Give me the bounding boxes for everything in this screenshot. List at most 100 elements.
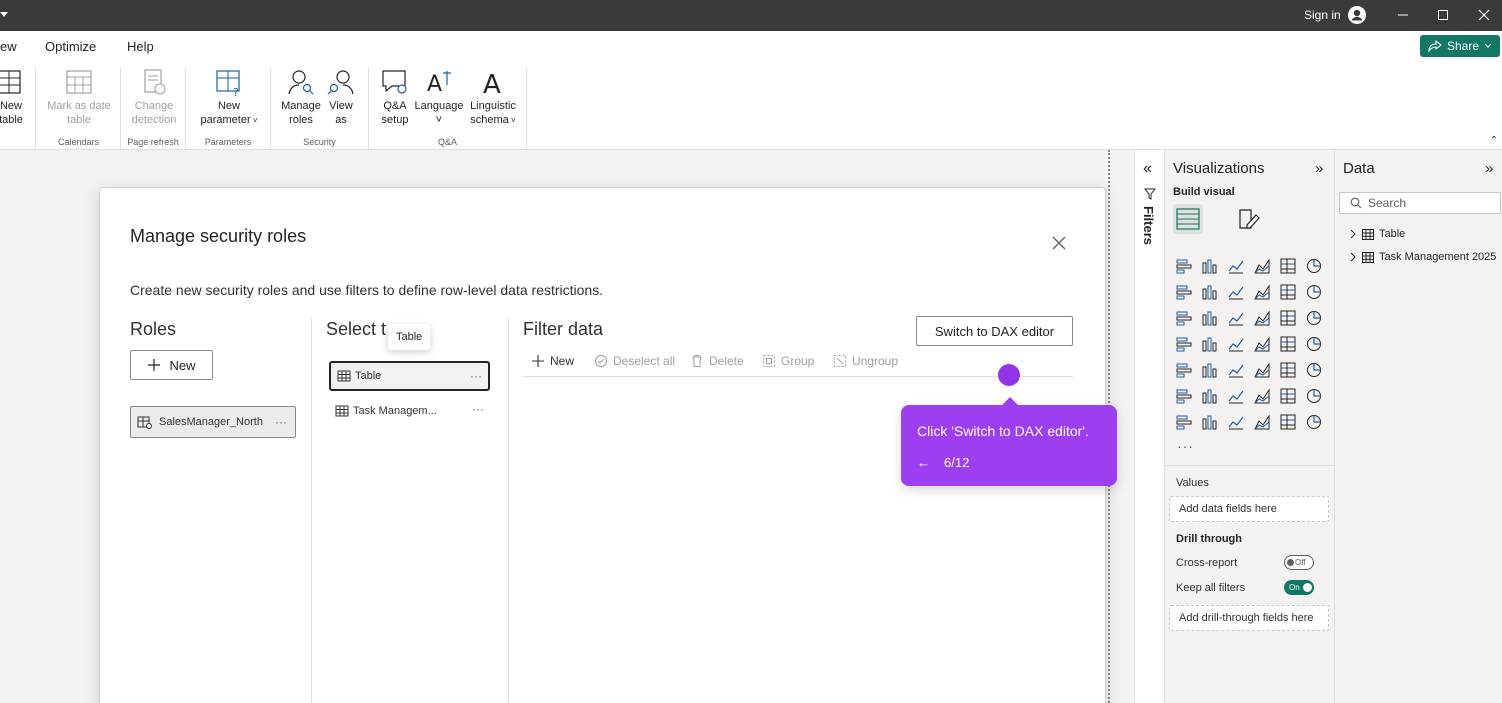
gauge-icon[interactable] bbox=[1275, 331, 1301, 357]
100-bar-chart-icon[interactable] bbox=[1275, 253, 1301, 279]
values-well[interactable]: Add data fields here bbox=[1169, 496, 1329, 522]
build-visual-icon bbox=[1176, 208, 1200, 230]
change-detection-button[interactable]: Change detection bbox=[123, 67, 185, 127]
power-automate-icon[interactable] bbox=[1223, 409, 1249, 435]
tab-optimize[interactable]: Optimize bbox=[45, 39, 96, 54]
decomposition-tree-icon[interactable] bbox=[1223, 383, 1249, 409]
matrix-icon[interactable] bbox=[1275, 357, 1301, 383]
drill-through-well[interactable]: Add drill-through fields here bbox=[1169, 605, 1329, 631]
100-column-chart-icon[interactable] bbox=[1301, 253, 1327, 279]
group-qa: Q&A setup A Language ˅ A Linguistic sche… bbox=[369, 67, 527, 149]
chevron-down-icon: ˅ bbox=[250, 116, 258, 125]
manage-roles-button[interactable]: Manage roles bbox=[277, 67, 325, 127]
back-arrow-icon[interactable]: ← bbox=[917, 455, 930, 470]
paginated-report-icon[interactable] bbox=[1171, 409, 1197, 435]
azure-map-icon[interactable] bbox=[1249, 331, 1275, 357]
change-detection-icon bbox=[144, 69, 166, 95]
fabric-icon[interactable] bbox=[1275, 409, 1301, 435]
area-chart-icon[interactable] bbox=[1197, 279, 1223, 305]
collapse-visualizations-chevron-icon[interactable]: » bbox=[1315, 160, 1323, 177]
chevron-visual-icon[interactable] bbox=[1301, 409, 1327, 435]
guide-hotspot[interactable] bbox=[998, 364, 1020, 386]
close-icon[interactable] bbox=[1050, 234, 1068, 252]
stacked-bar-chart-icon[interactable] bbox=[1171, 253, 1197, 279]
pie-chart-icon[interactable] bbox=[1275, 305, 1301, 331]
filter-new-button[interactable]: New bbox=[531, 351, 574, 371]
quick-access-chevron-icon[interactable] bbox=[0, 12, 8, 17]
maximize-button[interactable] bbox=[1431, 4, 1455, 26]
python-visual-icon[interactable] bbox=[1171, 383, 1197, 409]
tab-view[interactable]: ew bbox=[0, 39, 17, 54]
kpi-icon[interactable] bbox=[1197, 357, 1223, 383]
mark-as-date-table-button[interactable]: Mark as date table bbox=[43, 67, 115, 127]
combo-chart-icon[interactable] bbox=[1197, 305, 1223, 331]
build-visual-tab[interactable] bbox=[1173, 204, 1203, 234]
language-button[interactable]: A Language ˅ bbox=[413, 67, 465, 127]
waterfall-chart-icon[interactable] bbox=[1171, 305, 1197, 331]
ungroup-button[interactable]: Ungroup bbox=[833, 351, 898, 371]
data-tree-item-task-management[interactable]: Task Management 2025 bbox=[1349, 251, 1496, 263]
user-avatar-icon[interactable] bbox=[1347, 5, 1367, 25]
funnel-chart-icon[interactable] bbox=[1223, 305, 1249, 331]
qa-setup-button[interactable]: Q&A setup bbox=[377, 67, 413, 127]
format-visual-tab[interactable] bbox=[1234, 204, 1264, 234]
deselect-all-button[interactable]: Deselect all bbox=[594, 351, 675, 371]
role-more-options-icon[interactable]: ··· bbox=[275, 415, 287, 429]
cross-report-toggle[interactable]: Off bbox=[1284, 555, 1314, 570]
view-as-button[interactable]: View as bbox=[325, 67, 357, 127]
clustered-bar-chart-icon[interactable] bbox=[1223, 253, 1249, 279]
switch-to-dax-editor-button[interactable]: Switch to DAX editor bbox=[916, 316, 1073, 346]
table-more-options-icon[interactable]: ··· bbox=[472, 402, 484, 416]
role-item[interactable]: SalesManager_North ··· bbox=[130, 406, 296, 438]
linguistic-schema-button[interactable]: A Linguistic schema ˅ bbox=[465, 67, 521, 128]
filters-label[interactable]: Filters bbox=[1141, 206, 1156, 245]
multi-row-card-icon[interactable] bbox=[1171, 357, 1197, 383]
search-placeholder: Search bbox=[1368, 196, 1407, 210]
minimize-button[interactable] bbox=[1391, 4, 1415, 26]
qa-visual-icon[interactable] bbox=[1249, 383, 1275, 409]
collapse-data-chevron-icon[interactable]: » bbox=[1485, 160, 1493, 177]
new-role-button[interactable]: New bbox=[130, 350, 213, 380]
share-button[interactable]: Share bbox=[1420, 35, 1500, 57]
new-parameter-button[interactable]: ? New parameter ˅ bbox=[194, 67, 264, 128]
close-window-button[interactable] bbox=[1472, 4, 1496, 26]
sign-in-link[interactable]: Sign in bbox=[1304, 8, 1341, 22]
filled-map-icon[interactable] bbox=[1223, 331, 1249, 357]
delete-button[interactable]: Delete bbox=[690, 351, 744, 371]
stacked-area-chart-icon[interactable] bbox=[1223, 279, 1249, 305]
slicer-icon[interactable] bbox=[1223, 357, 1249, 383]
treemap-icon[interactable] bbox=[1171, 331, 1197, 357]
group-button[interactable]: Group bbox=[762, 351, 814, 371]
table-visual-icon[interactable] bbox=[1249, 357, 1275, 383]
chevron-right-icon[interactable] bbox=[1349, 252, 1357, 262]
tab-help[interactable]: Help bbox=[127, 39, 154, 54]
table-more-options-icon[interactable]: ··· bbox=[470, 369, 482, 383]
table-list-item-task-management[interactable]: Task Managem... ··· bbox=[329, 396, 490, 426]
card-icon[interactable] bbox=[1301, 331, 1327, 357]
stacked-column-chart-icon[interactable] bbox=[1197, 253, 1223, 279]
collapse-ribbon-chevron-icon[interactable]: ⌃ bbox=[1490, 135, 1498, 146]
key-influencers-icon[interactable] bbox=[1197, 383, 1223, 409]
data-tree-item-table[interactable]: Table bbox=[1349, 228, 1405, 240]
table-list-item-table[interactable]: Table ··· bbox=[329, 361, 490, 391]
map-icon[interactable] bbox=[1197, 331, 1223, 357]
arcgis-map-icon[interactable] bbox=[1249, 409, 1275, 435]
keep-all-filters-toggle[interactable]: On bbox=[1284, 580, 1314, 595]
scatter-chart-icon[interactable] bbox=[1249, 305, 1275, 331]
smart-narrative-icon[interactable] bbox=[1275, 383, 1301, 409]
table-name: Task Managem... bbox=[353, 405, 437, 417]
ribbon-chart-icon[interactable] bbox=[1249, 279, 1275, 305]
chevron-right-icon[interactable] bbox=[1349, 229, 1357, 239]
data-search-input[interactable]: Search bbox=[1339, 192, 1501, 214]
line-column-chart-icon[interactable] bbox=[1275, 279, 1301, 305]
more-visuals-icon[interactable]: ··· bbox=[1177, 438, 1194, 454]
metrics-icon[interactable] bbox=[1301, 383, 1327, 409]
expand-filters-chevron-icon[interactable]: « bbox=[1143, 160, 1152, 178]
r-visual-icon[interactable] bbox=[1301, 357, 1327, 383]
new-table-button[interactable]: New table bbox=[0, 67, 28, 127]
clustered-column-chart-icon[interactable] bbox=[1249, 253, 1275, 279]
donut-chart-icon[interactable] bbox=[1301, 305, 1327, 331]
power-apps-icon[interactable] bbox=[1197, 409, 1223, 435]
line-clustered-column-chart-icon[interactable] bbox=[1301, 279, 1327, 305]
line-chart-icon[interactable] bbox=[1171, 279, 1197, 305]
